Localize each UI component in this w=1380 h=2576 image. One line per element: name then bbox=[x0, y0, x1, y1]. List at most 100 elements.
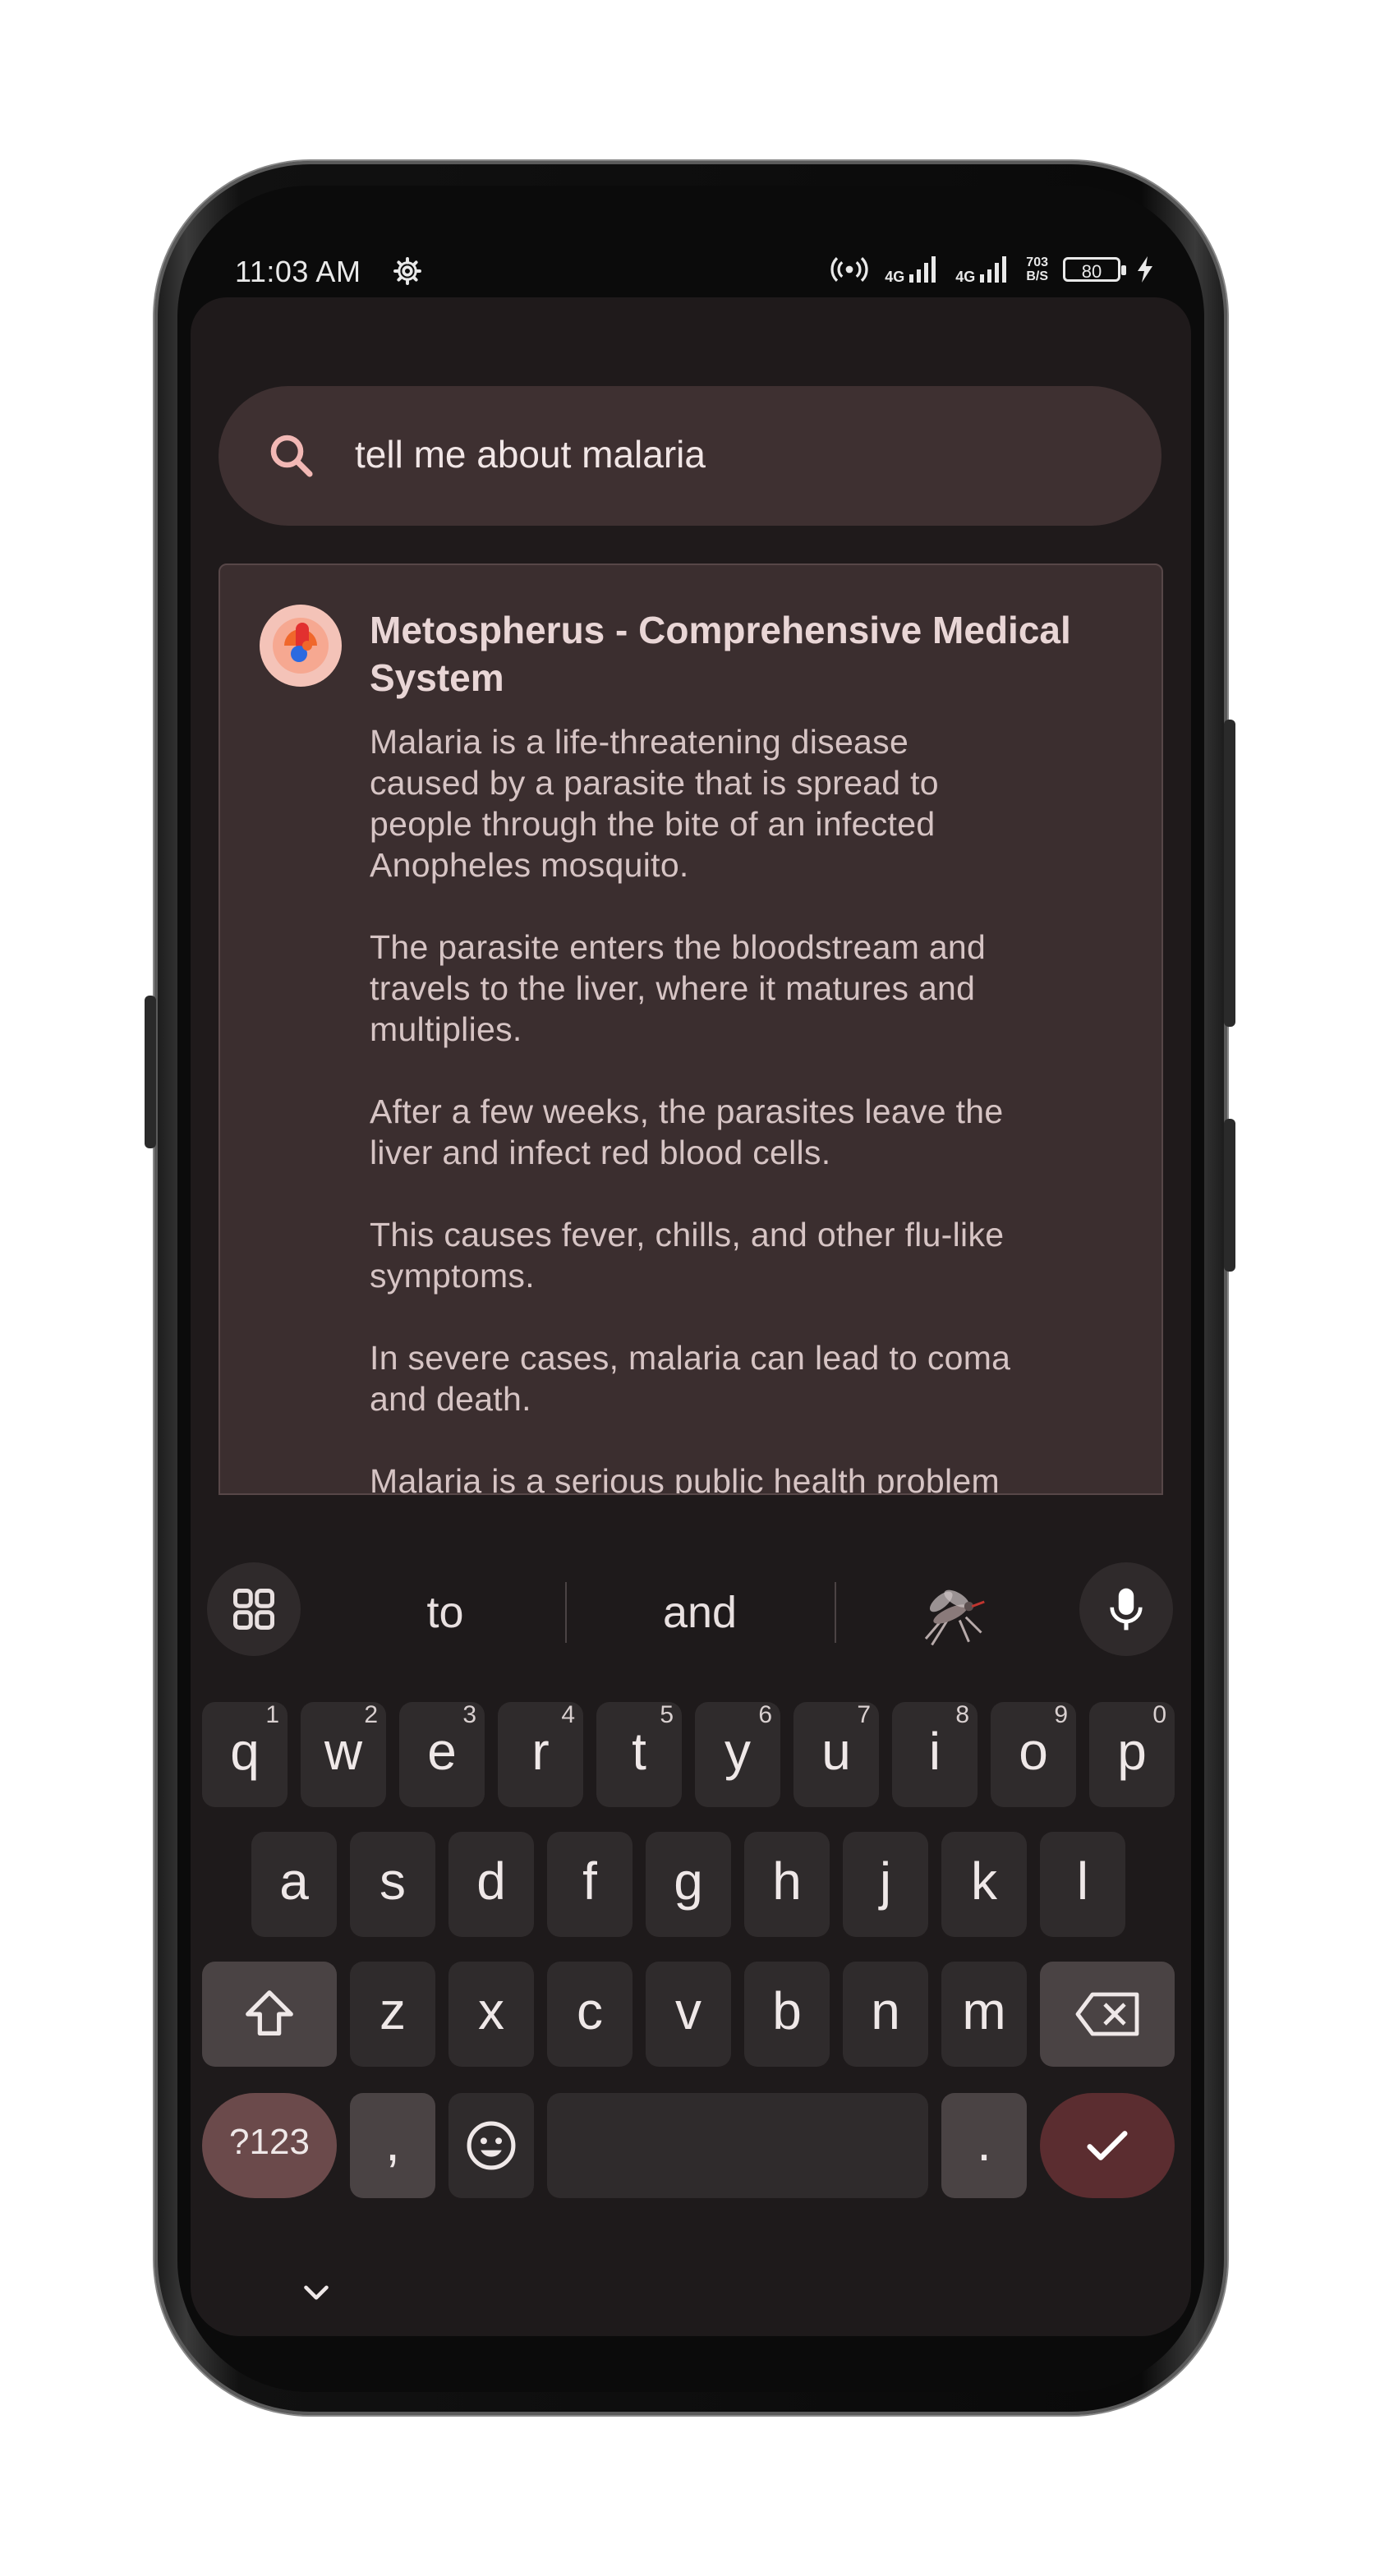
phone-side-button bbox=[145, 996, 156, 1148]
grid-icon bbox=[233, 1589, 274, 1630]
key-hint: 6 bbox=[758, 1701, 772, 1728]
suggestion-to[interactable]: to bbox=[330, 1587, 560, 1638]
shift-key[interactable] bbox=[202, 1962, 337, 2067]
key-m[interactable]: m bbox=[941, 1962, 1027, 2067]
key-t[interactable]: t5 bbox=[596, 1701, 682, 1807]
signal-group-2: 4G bbox=[955, 255, 1011, 284]
result-title: Metospherus - Comprehensive Medical Syst… bbox=[370, 609, 1071, 699]
key-r[interactable]: r4 bbox=[498, 1701, 583, 1807]
key-d[interactable]: d bbox=[448, 1832, 534, 1937]
key-label: w bbox=[324, 1722, 363, 1781]
emoji-key[interactable] bbox=[448, 2093, 534, 2198]
status-time: 11:03 AM bbox=[235, 255, 361, 288]
key-o[interactable]: o9 bbox=[991, 1701, 1076, 1807]
gear-icon bbox=[393, 257, 421, 285]
battery-icon: 80 bbox=[1063, 257, 1126, 282]
enter-key[interactable] bbox=[1040, 2093, 1175, 2198]
key-hint: 7 bbox=[857, 1701, 871, 1728]
search-bar[interactable]: tell me about malaria bbox=[218, 386, 1162, 526]
suggestion-divider bbox=[565, 1582, 567, 1643]
suggestion-divider bbox=[835, 1582, 836, 1643]
key-c[interactable]: c bbox=[547, 1962, 632, 2067]
key-p[interactable]: p0 bbox=[1089, 1701, 1175, 1807]
key-a[interactable]: a bbox=[251, 1832, 337, 1937]
key-z[interactable]: z bbox=[350, 1962, 435, 2067]
result-paragraph: Malaria is a serious public health probl… bbox=[370, 1462, 1000, 1495]
suggestion-and[interactable]: and bbox=[585, 1587, 815, 1638]
rate-unit: B/S bbox=[1026, 269, 1048, 283]
signal-group-1: 4G bbox=[885, 255, 941, 284]
chevron-down-icon[interactable] bbox=[296, 2272, 337, 2313]
network-type-label: 4G bbox=[955, 269, 976, 285]
charging-bolt-icon bbox=[1138, 256, 1152, 283]
key-hint: 2 bbox=[364, 1701, 378, 1728]
key-q[interactable]: q1 bbox=[202, 1701, 288, 1807]
key-v[interactable]: v bbox=[646, 1962, 731, 2067]
phone-volume-button bbox=[1224, 720, 1235, 1027]
key-hint: 0 bbox=[1152, 1701, 1166, 1728]
network-rate: 703 B/S bbox=[1026, 255, 1048, 283]
search-input[interactable]: tell me about malaria bbox=[355, 432, 706, 476]
phone-power-button bbox=[1224, 1119, 1235, 1272]
suggestion-strip: to and bbox=[191, 1530, 1191, 1656]
key-u[interactable]: u7 bbox=[794, 1701, 879, 1807]
key-label: y bbox=[724, 1722, 751, 1781]
voice-input-button[interactable] bbox=[1079, 1562, 1173, 1656]
key-n[interactable]: n bbox=[843, 1962, 928, 2067]
key-b[interactable]: b bbox=[744, 1962, 830, 2067]
network-type-label: 4G bbox=[885, 269, 905, 285]
status-icons: 4G 4G 703 B/S 80 bbox=[829, 253, 1155, 286]
result-paragraph: After a few weeks, the parasites leave t… bbox=[370, 1092, 1004, 1171]
key-hint: 5 bbox=[660, 1701, 674, 1728]
period-key[interactable]: . bbox=[941, 2093, 1027, 2198]
signal-icon bbox=[909, 256, 936, 283]
rate-value: 703 bbox=[1026, 255, 1048, 269]
status-bar: 11:03 AM 4G 4G 703 B/S 80 bbox=[177, 218, 1204, 292]
key-l[interactable]: l bbox=[1040, 1832, 1125, 1937]
signal-icon bbox=[980, 256, 1007, 283]
result-paragraph: In severe cases, malaria can lead to com… bbox=[370, 1339, 1011, 1418]
key-label: r bbox=[531, 1722, 550, 1781]
result-paragraph: This causes fever, chills, and other flu… bbox=[370, 1216, 1005, 1295]
comma-key[interactable]: , bbox=[350, 2093, 435, 2198]
key-hint: 4 bbox=[561, 1701, 575, 1728]
key-label: o bbox=[1019, 1722, 1048, 1781]
key-f[interactable]: f bbox=[547, 1832, 632, 1937]
key-y[interactable]: y6 bbox=[695, 1701, 780, 1807]
keyboard: to and q 1 w 2 e 3 r 4 t 5 y 6 u 7 i 8 o… bbox=[191, 1530, 1191, 2336]
key-label: i bbox=[928, 1722, 941, 1781]
key-i[interactable]: i8 bbox=[892, 1701, 978, 1807]
key-label: p bbox=[1117, 1722, 1147, 1781]
key-label: q bbox=[230, 1722, 260, 1781]
key-k[interactable]: k bbox=[941, 1832, 1027, 1937]
backspace-icon bbox=[1075, 1992, 1139, 2036]
key-hint: 3 bbox=[462, 1701, 476, 1728]
result-card[interactable]: Metospherus - Comprehensive Medical Syst… bbox=[218, 564, 1163, 1495]
keyboard-apps-button[interactable] bbox=[207, 1562, 301, 1656]
page: 11:03 AM 4G 4G 703 B/S 80 tell me about … bbox=[0, 0, 1380, 2576]
key-x[interactable]: x bbox=[448, 1962, 534, 2067]
mosquito-icon[interactable] bbox=[913, 1577, 987, 1651]
key-e[interactable]: e3 bbox=[399, 1701, 485, 1807]
key-h[interactable]: h bbox=[744, 1832, 830, 1937]
space-key[interactable] bbox=[547, 2093, 928, 2198]
key-hint: 1 bbox=[265, 1701, 279, 1728]
search-icon bbox=[270, 435, 313, 477]
key-hint: 9 bbox=[1054, 1701, 1068, 1728]
result-paragraph: Malaria is a life-threatening disease ca… bbox=[370, 723, 939, 884]
key-w[interactable]: w2 bbox=[301, 1701, 386, 1807]
hotspot-icon bbox=[830, 257, 868, 282]
phone-screen: 11:03 AM 4G 4G 703 B/S 80 tell me about … bbox=[177, 186, 1204, 2392]
backspace-key[interactable] bbox=[1040, 1962, 1175, 2067]
key-label: t bbox=[632, 1722, 646, 1781]
key-g[interactable]: g bbox=[646, 1832, 731, 1937]
key-hint: 8 bbox=[955, 1701, 969, 1728]
result-paragraph: The parasite enters the bloodstream and … bbox=[370, 928, 987, 1048]
result-body: Malaria is a life-threatening disease ca… bbox=[370, 721, 1125, 1495]
key-j[interactable]: j bbox=[843, 1832, 928, 1937]
key-label: e bbox=[427, 1722, 457, 1781]
microphone-icon bbox=[1110, 1588, 1143, 1631]
check-icon bbox=[1087, 2131, 1128, 2160]
key-s[interactable]: s bbox=[350, 1832, 435, 1937]
symbols-key[interactable]: ?123 bbox=[202, 2093, 337, 2198]
